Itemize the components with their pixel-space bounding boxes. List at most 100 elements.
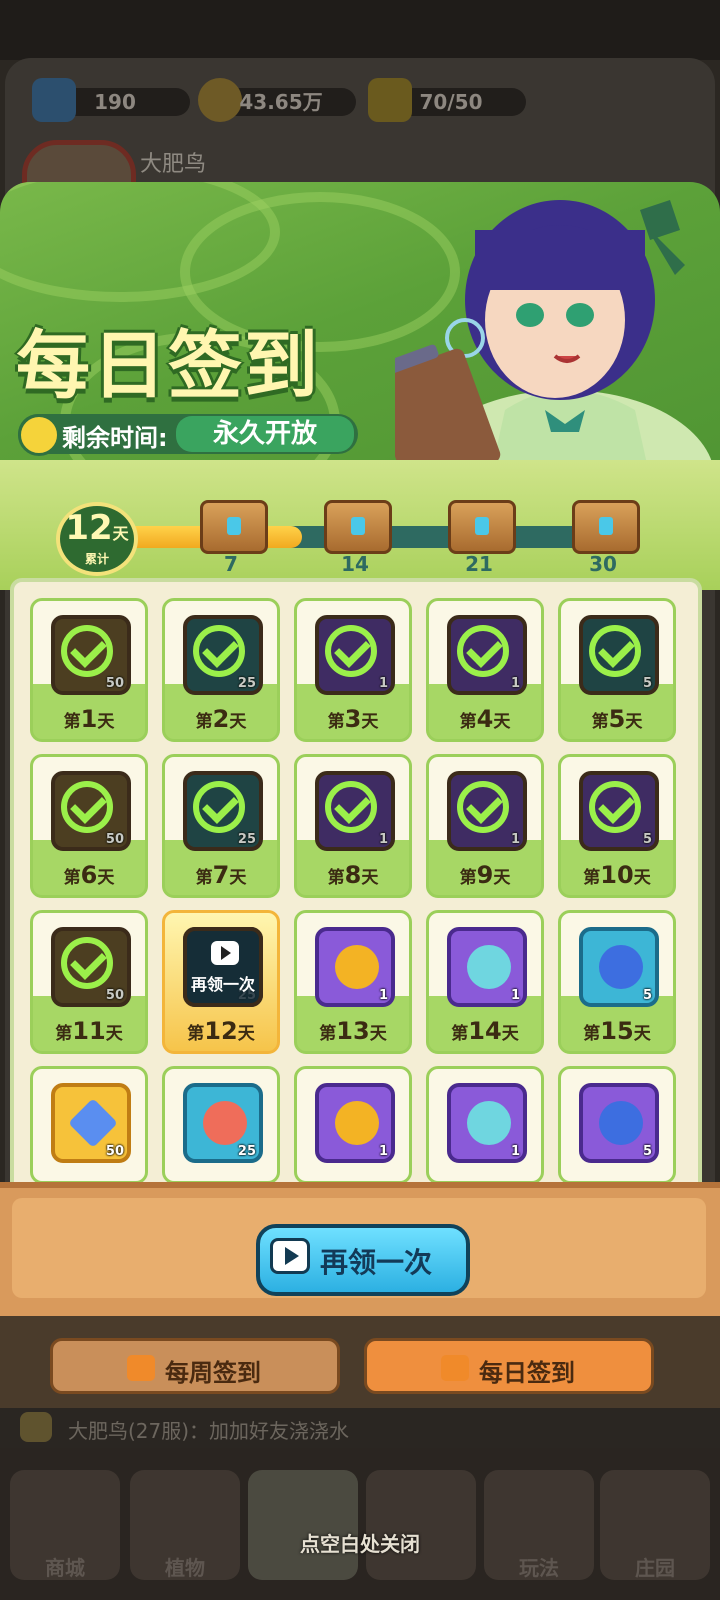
tab-weekly-signin[interactable]: 每周签到	[50, 1338, 340, 1394]
reward-art	[335, 1101, 379, 1145]
chest-icon[interactable]	[572, 500, 640, 554]
reclaim-label: 再领一次	[320, 1246, 433, 1279]
chest-icon[interactable]	[200, 500, 268, 554]
day-cell: 1 第4天	[426, 598, 544, 742]
reward-item-icon: 1	[315, 615, 395, 695]
day-label: 第4天	[459, 705, 511, 733]
day-cell: 50 第11天	[30, 910, 148, 1054]
reward-quantity: 1	[510, 1144, 520, 1159]
reward-quantity: 5	[642, 988, 652, 1003]
gem-value: 190	[94, 90, 136, 114]
day-label: 第12天	[187, 1017, 255, 1045]
reward-art	[203, 1101, 247, 1145]
milestone-label: 14	[341, 552, 369, 576]
day-label: 第1天	[63, 705, 115, 733]
day-label: 第9天	[459, 861, 511, 889]
day-label: 第2天	[195, 705, 247, 733]
coin-counter: 43.65万	[198, 78, 356, 122]
days-unit: 天	[112, 524, 129, 543]
coin-value: 43.65万	[239, 90, 323, 114]
chest-icon[interactable]	[324, 500, 392, 554]
reward-item-icon: 50	[51, 927, 131, 1007]
day-cell: 50 第1天	[30, 598, 148, 742]
chest-icon[interactable]	[448, 500, 516, 554]
day-cell: 5	[558, 1066, 676, 1184]
day-cell: 1 第9天	[426, 754, 544, 898]
reclaim-overlay[interactable]: 再领一次	[183, 927, 263, 1007]
energy-counter: 70/50	[368, 78, 526, 122]
leaf-icon: 1	[447, 927, 527, 1007]
day-cell: 1	[294, 1066, 412, 1184]
milestone-label: 30	[589, 552, 617, 576]
check-icon	[193, 625, 245, 677]
day-cell: 50	[30, 1066, 148, 1184]
reward-quantity: 1	[378, 988, 388, 1003]
potion-purple-icon: 5	[579, 1083, 659, 1163]
day-cell: 1 第8天	[294, 754, 412, 898]
girl-character-illustration	[395, 200, 715, 500]
reward-item-icon: 1	[447, 615, 527, 695]
check-icon	[193, 781, 245, 833]
day-cell: 5 第15天	[558, 910, 676, 1054]
day-cell: 5 第10天	[558, 754, 676, 898]
reward-quantity: 50	[105, 1144, 124, 1159]
day-cell: 25	[162, 1066, 280, 1184]
reward-item-icon: 25	[183, 615, 263, 695]
reward-art	[467, 1101, 511, 1145]
energy-value: 70/50	[419, 90, 483, 114]
accumulated-days: 12	[65, 508, 113, 548]
status-area	[0, 0, 720, 60]
day-label: 第10天	[583, 861, 651, 889]
accumulated-days-badge: 12天 累计	[56, 502, 138, 576]
day-cell: 1 第13天	[294, 910, 412, 1054]
day-cell: 50 第6天	[30, 754, 148, 898]
reward-item-icon: 50	[51, 771, 131, 851]
reclaim-cell-label: 再领一次	[190, 975, 255, 994]
check-icon	[61, 625, 113, 677]
close-hint[interactable]: 点空白处关闭	[0, 1528, 720, 1557]
day-label: 第15天	[583, 1017, 651, 1045]
day-cell[interactable]: 25再领一次第12天	[162, 910, 280, 1054]
reward-item-icon: 50	[51, 615, 131, 695]
tab-daily-signin[interactable]: 每日签到	[364, 1338, 654, 1394]
calendar-icon	[441, 1355, 469, 1381]
check-icon	[61, 937, 113, 989]
milestone-label: 21	[465, 552, 493, 576]
day-label: 第13天	[319, 1017, 387, 1045]
timer-box: 剩余时间: 永久开放	[18, 414, 358, 456]
day-label: 第11天	[55, 1017, 123, 1045]
chat-icon	[20, 1412, 52, 1442]
day-cell: 25 第7天	[162, 754, 280, 898]
clock-icon	[18, 414, 60, 456]
day-label: 第8天	[327, 861, 379, 889]
leaf-icon: 1	[447, 1083, 527, 1163]
check-icon	[457, 781, 509, 833]
chat-message: 大肥鸟(27服)：加加好友浇浇水	[68, 1419, 350, 1443]
gem-counter: 190	[32, 78, 190, 122]
accumulated-label: 累计	[84, 552, 109, 566]
video-play-icon	[270, 1238, 310, 1274]
check-icon	[589, 625, 641, 677]
player-name: 大肥鸟	[140, 152, 207, 177]
reward-quantity: 1	[378, 1144, 388, 1159]
check-icon	[325, 781, 377, 833]
day-label: 第6天	[63, 861, 115, 889]
tab-daily-label: 每日签到	[479, 1359, 575, 1387]
chat-bar[interactable]: 大肥鸟(27服)：加加好友浇浇水	[0, 1408, 720, 1448]
diamond-icon: 50	[51, 1083, 131, 1163]
calendar-icon	[127, 1355, 155, 1381]
honey-drop-icon: 1	[315, 1083, 395, 1163]
day-cell: 25 第2天	[162, 598, 280, 742]
check-icon	[589, 781, 641, 833]
reward-art	[68, 1098, 118, 1148]
reward-quantity: 1	[510, 988, 520, 1003]
day-cell: 1 第14天	[426, 910, 544, 1054]
nav-dragon[interactable]	[366, 1470, 476, 1580]
day-cell: 1 第3天	[294, 598, 412, 742]
reward-item-icon: 25	[183, 771, 263, 851]
reclaim-button[interactable]: 再领一次	[256, 1224, 470, 1296]
reward-quantity: 25	[237, 1144, 256, 1159]
nav-center[interactable]	[248, 1470, 358, 1580]
day-label: 第7天	[195, 861, 247, 889]
honey-drop-icon: 1	[315, 927, 395, 1007]
